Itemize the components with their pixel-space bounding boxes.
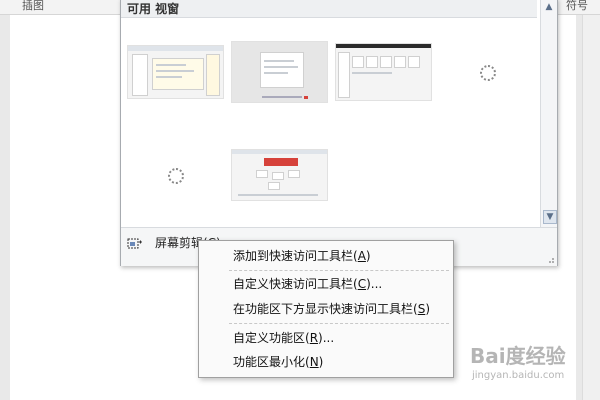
menu-item-minimize-ribbon[interactable]: 功能区最小化(N): [199, 350, 453, 374]
ribbon-label-symbols[interactable]: 符号: [566, 0, 588, 13]
baidu-watermark: Bai度经验 jingyan.baidu.com: [470, 340, 590, 390]
gallery-title: 可用 视窗: [127, 2, 180, 16]
menu-item-show-quick-access-below-ribbon[interactable]: 在功能区下方显示快速访问工具栏(S): [199, 297, 453, 321]
gallery-scrollbar[interactable]: ▲ ▼: [540, 0, 557, 227]
menu-item-add-to-quick-access[interactable]: 添加到快速访问工具栏(A): [199, 244, 453, 268]
menu-separator: [229, 270, 449, 271]
watermark-url: jingyan.baidu.com: [472, 370, 565, 381]
window-thumbnail[interactable]: [231, 149, 328, 201]
loading-spinner-icon: [480, 65, 496, 81]
window-thumbnail[interactable]: [127, 45, 224, 99]
screenshot-gallery: 可用 视窗 ▲ ▼ 屏幕剪辑(C): [120, 0, 558, 266]
window-thumbnail[interactable]: [335, 43, 432, 101]
gallery-header: 可用 视窗: [121, 0, 537, 18]
menu-item-customize-quick-access[interactable]: 自定义快速访问工具栏(C)...: [199, 272, 453, 296]
window-thumbnail[interactable]: [231, 41, 328, 103]
resize-grip-icon[interactable]: [546, 255, 555, 264]
context-menu: 添加到快速访问工具栏(A) 自定义快速访问工具栏(C)... 在功能区下方显示快…: [198, 240, 454, 378]
ribbon-label-illustrations[interactable]: 插图: [22, 0, 44, 13]
menu-item-customize-ribbon[interactable]: 自定义功能区(R)...: [199, 326, 453, 350]
screen-clipping-icon[interactable]: [127, 236, 143, 250]
watermark-logo: Bai度经验: [470, 344, 566, 368]
loading-spinner-icon: [168, 168, 184, 184]
scroll-up-arrow-icon[interactable]: ▲: [543, 1, 555, 13]
scroll-down-arrow-icon[interactable]: ▼: [543, 210, 557, 224]
menu-separator: [229, 323, 449, 324]
